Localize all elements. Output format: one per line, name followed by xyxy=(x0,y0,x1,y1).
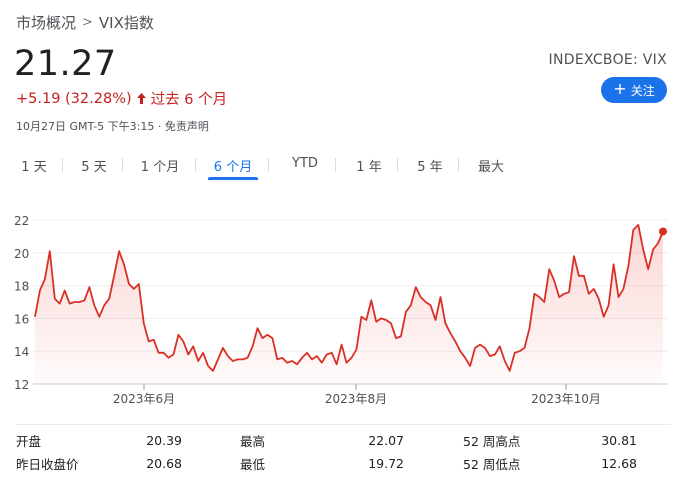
stat-high-label: 最高 xyxy=(240,433,266,449)
tab-5y[interactable]: 5 年 xyxy=(412,152,448,180)
stat-prev-close-value: 20.68 xyxy=(146,455,182,471)
stat-prev-close-label: 昨日收盘价 xyxy=(16,456,79,472)
follow-button[interactable]: + 关注 xyxy=(601,77,667,103)
stat-52w-high-label: 52 周高点 xyxy=(463,433,521,449)
breadcrumb-parent-link[interactable]: 市场概况 xyxy=(16,12,76,33)
tab-6m[interactable]: 6 个月 xyxy=(208,152,258,180)
quote-timestamp: 10月27日 GMT-5 下午3:15 · 免责声明 xyxy=(16,120,209,133)
y-tick-label: 20 xyxy=(14,247,29,261)
tab-5d[interactable]: 5 天 xyxy=(76,152,112,180)
y-tick-label: 22 xyxy=(14,214,29,228)
stat-open-label: 开盘 xyxy=(16,433,42,449)
tab-divider xyxy=(122,158,123,172)
y-tick-label: 18 xyxy=(14,280,29,294)
breadcrumb-current: VIX指数 xyxy=(98,14,154,32)
plus-icon: + xyxy=(613,79,627,98)
stat-52w-low-value: 12.68 xyxy=(601,455,637,471)
stat-open-value: 20.39 xyxy=(146,432,182,448)
tab-divider xyxy=(397,158,398,172)
ticker-symbol: INDEXCBOE: VIX xyxy=(548,52,667,68)
tab-divider xyxy=(62,158,63,172)
price-change: +5.19 (32.28%) 过去 6 个月 xyxy=(16,88,227,109)
stat-prev-close: 昨日收盘价 20.68 xyxy=(16,453,182,473)
price-change-period: 过去 6 个月 xyxy=(150,92,228,108)
range-tabs: 1 天 5 天 1 个月 6 个月 YTD 1 年 5 年 最大 xyxy=(0,152,509,180)
x-tick-label: 2023年6月 xyxy=(113,392,175,406)
y-tick-label: 12 xyxy=(14,378,29,392)
stat-low-value: 19.72 xyxy=(368,455,404,471)
follow-button-label: 关注 xyxy=(630,83,655,98)
tab-divider xyxy=(335,158,336,172)
stat-open: 开盘 20.39 xyxy=(16,430,182,450)
price-change-value: +5.19 (32.28%) xyxy=(16,90,132,107)
stat-52w-high-value: 30.81 xyxy=(601,432,637,448)
stat-high: 最高 22.07 xyxy=(240,430,404,450)
stat-52w-high: 52 周高点 30.81 xyxy=(463,430,637,450)
y-tick-label: 16 xyxy=(14,312,29,326)
breadcrumb-separator: > xyxy=(82,15,93,30)
tab-1y[interactable]: 1 年 xyxy=(351,152,387,180)
stat-high-value: 22.07 xyxy=(368,432,404,448)
y-tick-label: 14 xyxy=(14,345,29,359)
x-tick-label: 2023年10月 xyxy=(531,392,601,406)
tab-divider xyxy=(268,158,269,172)
stat-low: 最低 19.72 xyxy=(240,453,404,473)
x-tick-label: 2023年8月 xyxy=(325,392,387,406)
tab-divider xyxy=(458,158,459,172)
tab-1d[interactable]: 1 天 xyxy=(16,152,52,180)
arrow-up-icon xyxy=(136,92,147,105)
tab-max[interactable]: 最大 xyxy=(473,152,509,180)
breadcrumb: 市场概况 > VIX指数 xyxy=(16,12,154,33)
tab-ytd[interactable]: YTD xyxy=(285,152,325,180)
last-price-point xyxy=(659,227,667,236)
stat-52w-low: 52 周低点 12.68 xyxy=(463,453,637,473)
stat-52w-low-label: 52 周低点 xyxy=(463,456,521,472)
stat-low-label: 最低 xyxy=(240,456,266,472)
vix-price-chart[interactable]: 12 14 16 18 20 22 2023年6月 2023年8月 2023年10月 xyxy=(0,200,687,415)
tab-divider xyxy=(195,158,196,172)
tab-1m[interactable]: 1 个月 xyxy=(135,152,185,180)
stats-divider xyxy=(16,424,671,425)
current-price: 21.27 xyxy=(14,44,117,84)
